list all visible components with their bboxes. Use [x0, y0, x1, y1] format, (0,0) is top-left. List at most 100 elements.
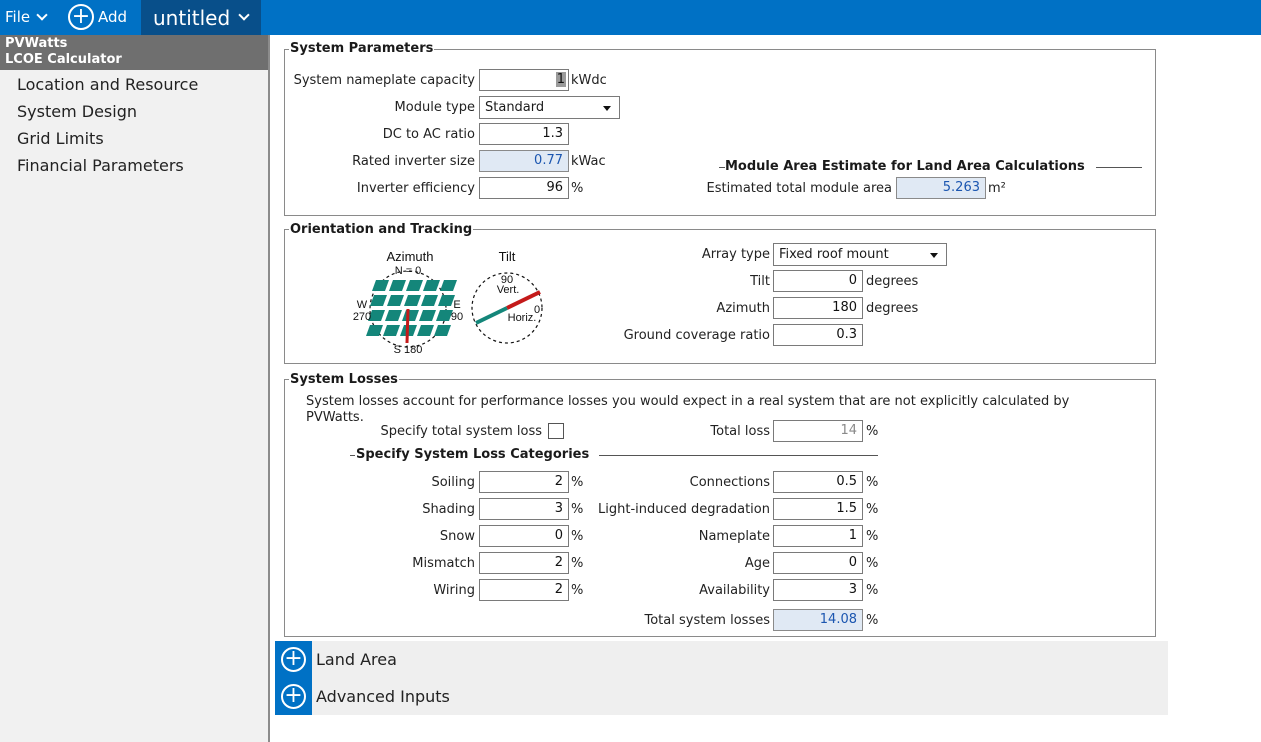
loss-categories-heading: Specify System Loss Categories [356, 447, 590, 462]
inverter-efficiency-label: Inverter efficiency [356, 181, 475, 196]
nameplate-loss-input[interactable]: 1 [773, 525, 863, 547]
sidebar-item-financial[interactable]: Financial Parameters [17, 156, 184, 175]
chevron-down-icon [36, 8, 48, 21]
wiring-unit: % [571, 583, 584, 598]
solar-panel-icon [402, 310, 419, 321]
module-type-value: Standard [485, 100, 545, 115]
tilt-diagram-title: Tilt [499, 249, 516, 264]
inverter-efficiency-unit: % [571, 181, 584, 196]
lid-input[interactable]: 1.5 [773, 498, 863, 520]
gcr-label: Ground coverage ratio [623, 328, 770, 343]
divider [599, 455, 878, 456]
solar-panel-icon [389, 280, 406, 291]
nameplate-unit: kWdc [571, 73, 607, 88]
land-area-section[interactable]: + Land Area [275, 641, 1168, 678]
total-loss-label: Total loss [710, 424, 770, 439]
azimuth-input[interactable]: 180 [773, 297, 863, 319]
system-losses-title: System Losses [289, 372, 399, 387]
sidebar-item-grid-limits[interactable]: Grid Limits [17, 129, 104, 148]
solar-panel-icon [383, 325, 400, 336]
total-loss-unit: % [866, 424, 879, 439]
azimuth-tilt-diagram: Azimuth Tilt N = 0 W 270 E 90 S 180 90 V… [353, 249, 543, 356]
mismatch-input[interactable]: 2 [479, 552, 569, 574]
sidebar-item-system-design[interactable]: System Design [17, 102, 137, 121]
availability-input[interactable]: 3 [773, 579, 863, 601]
specify-total-loss-label: Specify total system loss [380, 424, 542, 439]
total-loss-input[interactable]: 14 [773, 420, 863, 442]
tilt-label: Tilt [750, 274, 770, 289]
solar-panel-icon [387, 295, 404, 306]
nameplate-loss-unit: % [866, 529, 879, 544]
plus-circle-icon: + [281, 684, 306, 709]
connections-input[interactable]: 0.5 [773, 471, 863, 493]
shading-label: Shading [422, 502, 475, 517]
inverter-efficiency-input[interactable]: 96 [479, 177, 569, 199]
chevron-down-icon [238, 9, 250, 21]
array-type-value: Fixed roof mount [779, 247, 889, 262]
tilt-unit: degrees [866, 274, 919, 289]
solar-panel-icon [419, 310, 436, 321]
inverter-size-label: Rated inverter size [352, 154, 475, 169]
dc-ac-ratio-input[interactable]: 1.3 [479, 123, 569, 145]
nameplate-value: 1 [555, 72, 566, 87]
age-label: Age [744, 556, 770, 571]
snow-input[interactable]: 0 [479, 525, 569, 547]
sidebar-title-model: PVWatts [5, 36, 68, 51]
east-label: E [453, 299, 460, 311]
document-tab-label: untitled [153, 5, 231, 30]
north-label: N = 0 [395, 265, 422, 277]
azimuth-diagram-title: Azimuth [387, 249, 434, 264]
total-system-losses-unit: % [866, 613, 879, 628]
solar-panel-icon [372, 280, 389, 291]
file-menu-label: File [5, 8, 31, 26]
east-value: 90 [451, 311, 463, 323]
add-button-label: Add [98, 8, 128, 26]
solar-panel-icon [385, 310, 402, 321]
sidebar-header: PVWatts LCOE Calculator [0, 35, 268, 70]
solar-panel-icon [406, 280, 423, 291]
module-type-label: Module type [394, 100, 475, 115]
add-button[interactable]: + Add [68, 3, 127, 31]
availability-label: Availability [699, 583, 770, 598]
lid-unit: % [866, 502, 879, 517]
losses-description: System losses account for performance lo… [306, 394, 1070, 425]
divider [350, 455, 355, 456]
solar-panel-icon [404, 295, 421, 306]
wiring-input[interactable]: 2 [479, 579, 569, 601]
plus-circle-icon: + [68, 4, 94, 30]
solar-panel-array-icon [366, 280, 457, 336]
inverter-size-unit: kWac [571, 154, 606, 169]
expand-button[interactable]: + [275, 678, 312, 715]
mismatch-label: Mismatch [412, 556, 475, 571]
expand-button[interactable]: + [275, 641, 312, 678]
availability-unit: % [866, 583, 879, 598]
soiling-label: Soiling [431, 475, 475, 490]
specify-total-loss-checkbox[interactable] [548, 423, 564, 439]
solar-panel-icon [417, 325, 434, 336]
document-tab[interactable]: untitled [141, 0, 261, 35]
plus-circle-icon: + [281, 647, 306, 672]
tilt-input[interactable]: 0 [773, 270, 863, 292]
gcr-input[interactable]: 0.3 [773, 324, 863, 346]
solar-panel-icon [421, 295, 438, 306]
age-unit: % [866, 556, 879, 571]
sidebar-item-location[interactable]: Location and Resource [17, 75, 198, 94]
dropdown-arrow-icon [930, 253, 938, 258]
solar-panel-icon [370, 295, 387, 306]
array-type-select[interactable]: Fixed roof mount [773, 243, 947, 266]
azimuth-unit: degrees [866, 301, 919, 316]
soiling-unit: % [571, 475, 584, 490]
module-type-select[interactable]: Standard [479, 96, 620, 119]
nameplate-input[interactable]: 1 [479, 69, 569, 91]
file-menu[interactable]: File [5, 7, 48, 27]
shading-input[interactable]: 3 [479, 498, 569, 520]
soiling-input[interactable]: 2 [479, 471, 569, 493]
solar-panel-icon [440, 280, 457, 291]
mismatch-unit: % [571, 556, 584, 571]
advanced-inputs-section[interactable]: + Advanced Inputs [275, 678, 1168, 715]
dc-ac-ratio-label: DC to AC ratio [382, 127, 475, 142]
age-input[interactable]: 0 [773, 552, 863, 574]
snow-label: Snow [439, 529, 475, 544]
tilt-horizontal-label: Horiz. [508, 312, 537, 324]
south-label: S 180 [394, 344, 423, 356]
